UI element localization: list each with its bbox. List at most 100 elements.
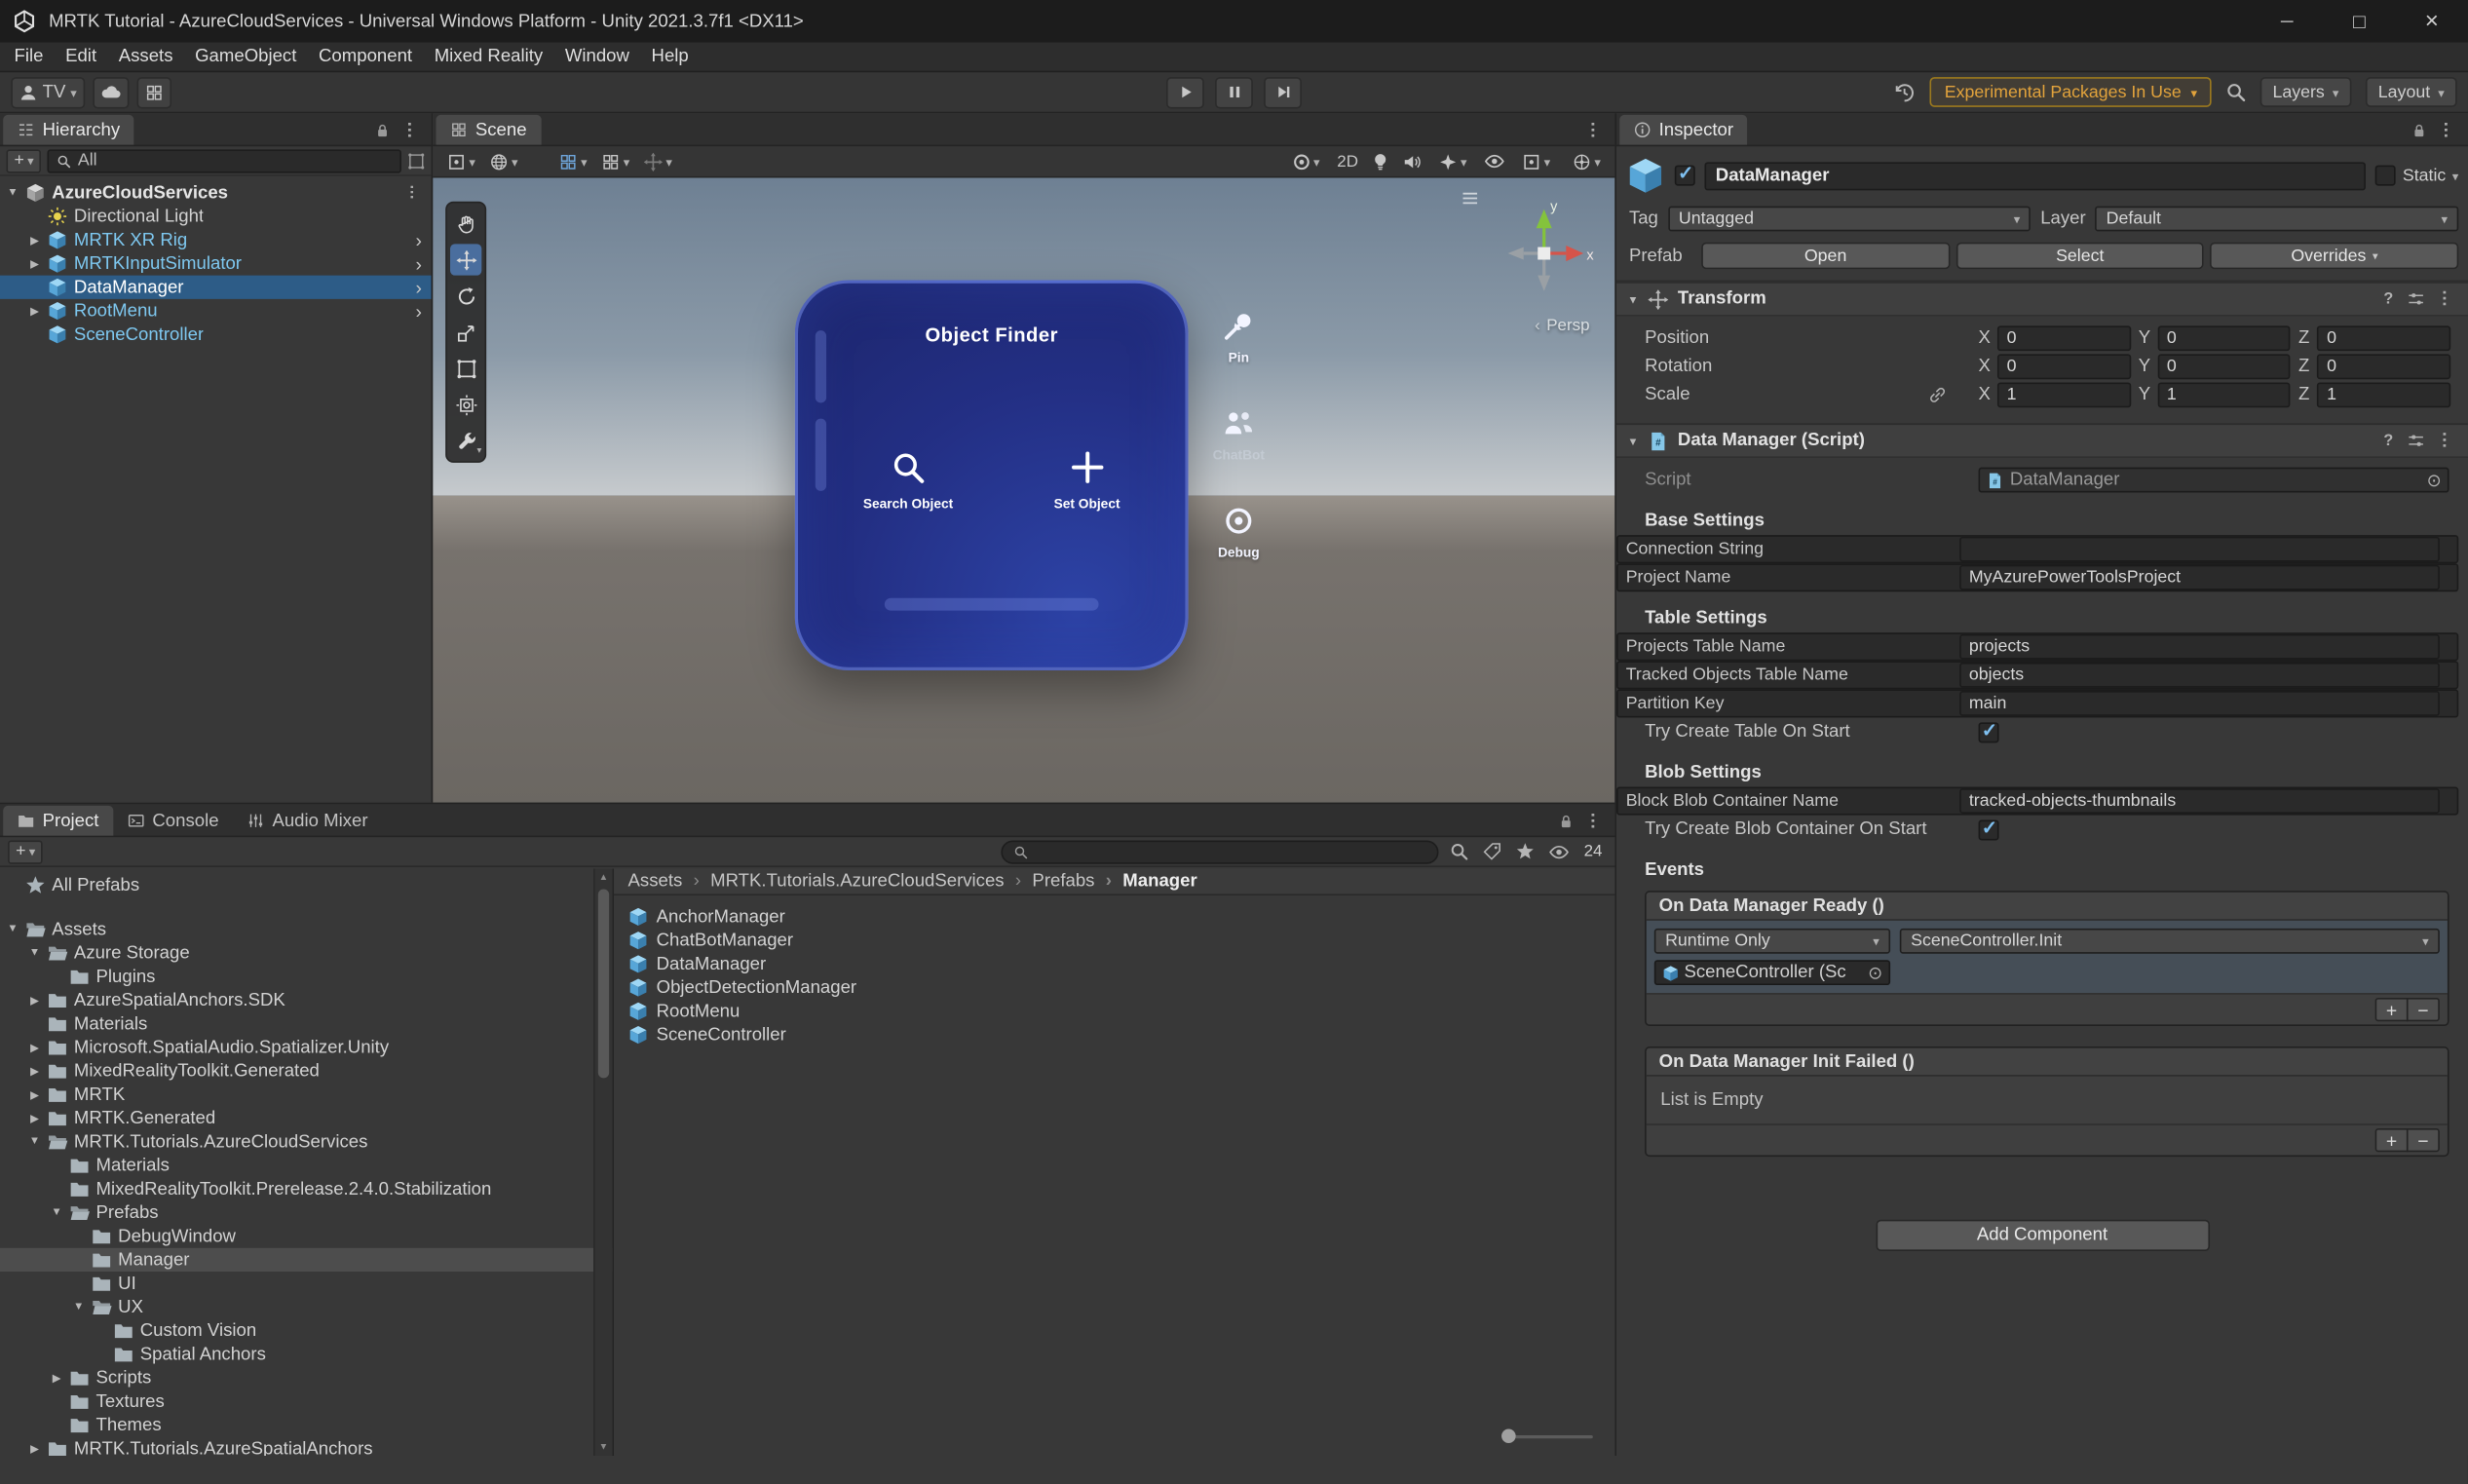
presets-icon[interactable] bbox=[2406, 289, 2424, 308]
object-finder-button[interactable]: Search Object bbox=[863, 450, 953, 512]
property-value-field[interactable]: MyAzurePowerToolsProject bbox=[1959, 564, 2440, 590]
expand-arrow-icon[interactable] bbox=[47, 1413, 65, 1436]
hierarchy-item[interactable]: MRTKInputSimulator bbox=[0, 251, 432, 275]
overlay-menu-icon[interactable] bbox=[1461, 189, 1479, 208]
snap-increment-dropdown[interactable] bbox=[639, 149, 677, 174]
expand-arrow-icon[interactable] bbox=[25, 251, 44, 275]
expand-arrow-icon[interactable] bbox=[69, 1295, 88, 1318]
hierarchy-search-input[interactable]: All bbox=[48, 148, 401, 172]
prefab-action-button[interactable]: Overrides bbox=[2210, 242, 2459, 270]
expand-arrow-icon[interactable] bbox=[25, 1437, 44, 1456]
shading-mode-dropdown[interactable] bbox=[1287, 149, 1325, 174]
expand-arrow-icon[interactable] bbox=[3, 873, 21, 896]
expand-arrow-icon[interactable] bbox=[3, 918, 21, 941]
orientation-gizmo[interactable]: y x bbox=[1492, 197, 1596, 301]
hierarchy-item[interactable]: Directional Light bbox=[0, 205, 432, 228]
tree-scrollbar[interactable]: ▲ ▼ bbox=[593, 868, 613, 1456]
scene-audio-icon[interactable] bbox=[1402, 152, 1421, 171]
remove-listener-button[interactable]: − bbox=[2406, 997, 2440, 1022]
expand-arrow-icon[interactable] bbox=[47, 1177, 65, 1200]
breadcrumb-item[interactable]: Prefabs bbox=[1005, 872, 1094, 891]
component-menu-icon[interactable] bbox=[2438, 431, 2456, 450]
close-button[interactable] bbox=[2396, 0, 2468, 43]
remove-listener-button[interactable]: − bbox=[2406, 1128, 2440, 1153]
layers-dropdown[interactable]: Layers bbox=[2259, 77, 2352, 107]
expand-arrow-icon[interactable] bbox=[25, 1106, 44, 1129]
folder-tree-item[interactable]: Materials bbox=[0, 1012, 612, 1036]
move-tool-button[interactable] bbox=[450, 244, 482, 276]
link-scale-icon[interactable] bbox=[1928, 386, 1947, 404]
tool-settings-dropdown[interactable] bbox=[442, 149, 480, 174]
prefab-action-button[interactable]: Open bbox=[1701, 242, 1950, 270]
expand-arrow-icon[interactable] bbox=[47, 1389, 65, 1413]
property-value-field[interactable]: main bbox=[1959, 691, 2440, 716]
z-value-field[interactable]: 0 bbox=[2317, 325, 2451, 352]
folder-tree-item[interactable]: MixedRealityToolkit.Prerelease.2.4.0.Sta… bbox=[0, 1177, 612, 1200]
folder-tree-item[interactable]: Plugins bbox=[0, 965, 612, 988]
presets-icon[interactable] bbox=[2406, 432, 2424, 450]
folder-tree-item[interactable]: DebugWindow bbox=[0, 1225, 612, 1248]
create-object-button[interactable]: + bbox=[6, 148, 42, 172]
gameobject-name-field[interactable]: DataManager bbox=[1704, 161, 2367, 190]
step-button[interactable] bbox=[1264, 76, 1302, 108]
slider-knob[interactable] bbox=[1501, 1428, 1516, 1444]
search-icon[interactable] bbox=[2225, 82, 2246, 102]
foldout-arrow-icon[interactable] bbox=[1627, 289, 1638, 308]
expand-arrow-icon[interactable] bbox=[25, 988, 44, 1011]
expand-arrow-icon[interactable] bbox=[25, 1012, 44, 1036]
folder-tree-item[interactable]: MRTK.Generated bbox=[0, 1106, 612, 1129]
menu-item[interactable]: Edit bbox=[55, 47, 108, 65]
expand-arrow-icon[interactable] bbox=[25, 1130, 44, 1154]
object-finder-button[interactable]: Set Object bbox=[1054, 450, 1120, 512]
y-value-field[interactable]: 1 bbox=[2157, 382, 2291, 408]
folder-tree-item[interactable]: Custom Vision bbox=[0, 1318, 612, 1342]
scrollbar-thumb[interactable] bbox=[597, 889, 610, 1079]
folder-tree-item[interactable]: UI bbox=[0, 1272, 612, 1295]
add-listener-button[interactable]: + bbox=[2374, 997, 2409, 1022]
favorites-star-icon[interactable] bbox=[1516, 842, 1535, 860]
scene-ui-button[interactable]: Pin bbox=[1223, 310, 1254, 365]
object-picker-icon[interactable] bbox=[2427, 470, 2442, 490]
menu-item[interactable]: GameObject bbox=[184, 47, 308, 65]
expand-arrow-icon[interactable] bbox=[25, 205, 44, 228]
expand-arrow-icon[interactable] bbox=[47, 1200, 65, 1224]
hierarchy-item[interactable]: DataManager bbox=[0, 275, 432, 299]
scene-ui-button[interactable]: ChatBot bbox=[1213, 407, 1265, 463]
folder-tree-item[interactable]: MRTK.Tutorials.AzureSpatialAnchors bbox=[0, 1437, 612, 1456]
folder-tree-item[interactable]: Assets bbox=[0, 918, 612, 941]
folder-tree-item[interactable]: AzureSpatialAnchors.SDK bbox=[0, 988, 612, 1011]
scale-tool-button[interactable] bbox=[450, 317, 481, 348]
tab-inspector[interactable]: Inspector bbox=[1619, 114, 1748, 145]
menu-item[interactable]: Assets bbox=[107, 47, 183, 65]
y-value-field[interactable]: 0 bbox=[2157, 325, 2291, 352]
tab-hierarchy[interactable]: Hierarchy bbox=[3, 114, 134, 145]
z-value-field[interactable]: 1 bbox=[2317, 382, 2451, 408]
layer-dropdown[interactable]: Default bbox=[2095, 206, 2459, 232]
help-icon[interactable]: ? bbox=[2383, 432, 2393, 449]
folder-tree-item[interactable]: Textures bbox=[0, 1389, 612, 1413]
hierarchy-item[interactable]: RootMenu bbox=[0, 299, 432, 323]
property-checkbox[interactable] bbox=[1978, 816, 1999, 840]
open-prefab-chevron[interactable] bbox=[415, 301, 421, 320]
property-value-field[interactable] bbox=[1959, 536, 2440, 562]
static-checkbox[interactable] bbox=[2375, 165, 2397, 186]
cloud-services-button[interactable] bbox=[92, 76, 130, 108]
scene-lighting-icon[interactable] bbox=[1371, 152, 1389, 171]
folder-tree-item[interactable]: Azure Storage bbox=[0, 941, 612, 965]
project-file[interactable]: DataManager bbox=[628, 952, 1615, 975]
perspective-toggle[interactable]: Persp bbox=[1535, 317, 1589, 335]
component-menu-icon[interactable] bbox=[2438, 289, 2456, 309]
view-tool-button[interactable] bbox=[450, 208, 481, 239]
folder-tree-item[interactable]: Materials bbox=[0, 1154, 612, 1177]
account-button[interactable]: TV bbox=[11, 76, 85, 108]
scene-ui-button[interactable]: Debug bbox=[1218, 505, 1260, 560]
project-area-tab[interactable]: Audio Mixer bbox=[233, 806, 382, 836]
breadcrumb-item[interactable]: MRTK.Tutorials.AzureCloudServices bbox=[682, 872, 1004, 891]
folder-tree-item[interactable]: Microsoft.SpatialAudio.Spatializer.Unity bbox=[0, 1036, 612, 1059]
lock-icon[interactable] bbox=[374, 122, 390, 137]
expand-arrow-icon[interactable] bbox=[25, 299, 44, 323]
scene-options-icon[interactable] bbox=[406, 184, 424, 202]
static-toggle[interactable]: Static bbox=[2375, 165, 2458, 186]
breadcrumb-item[interactable]: Manager bbox=[1094, 872, 1196, 891]
property-value-field[interactable]: projects bbox=[1959, 633, 2440, 660]
